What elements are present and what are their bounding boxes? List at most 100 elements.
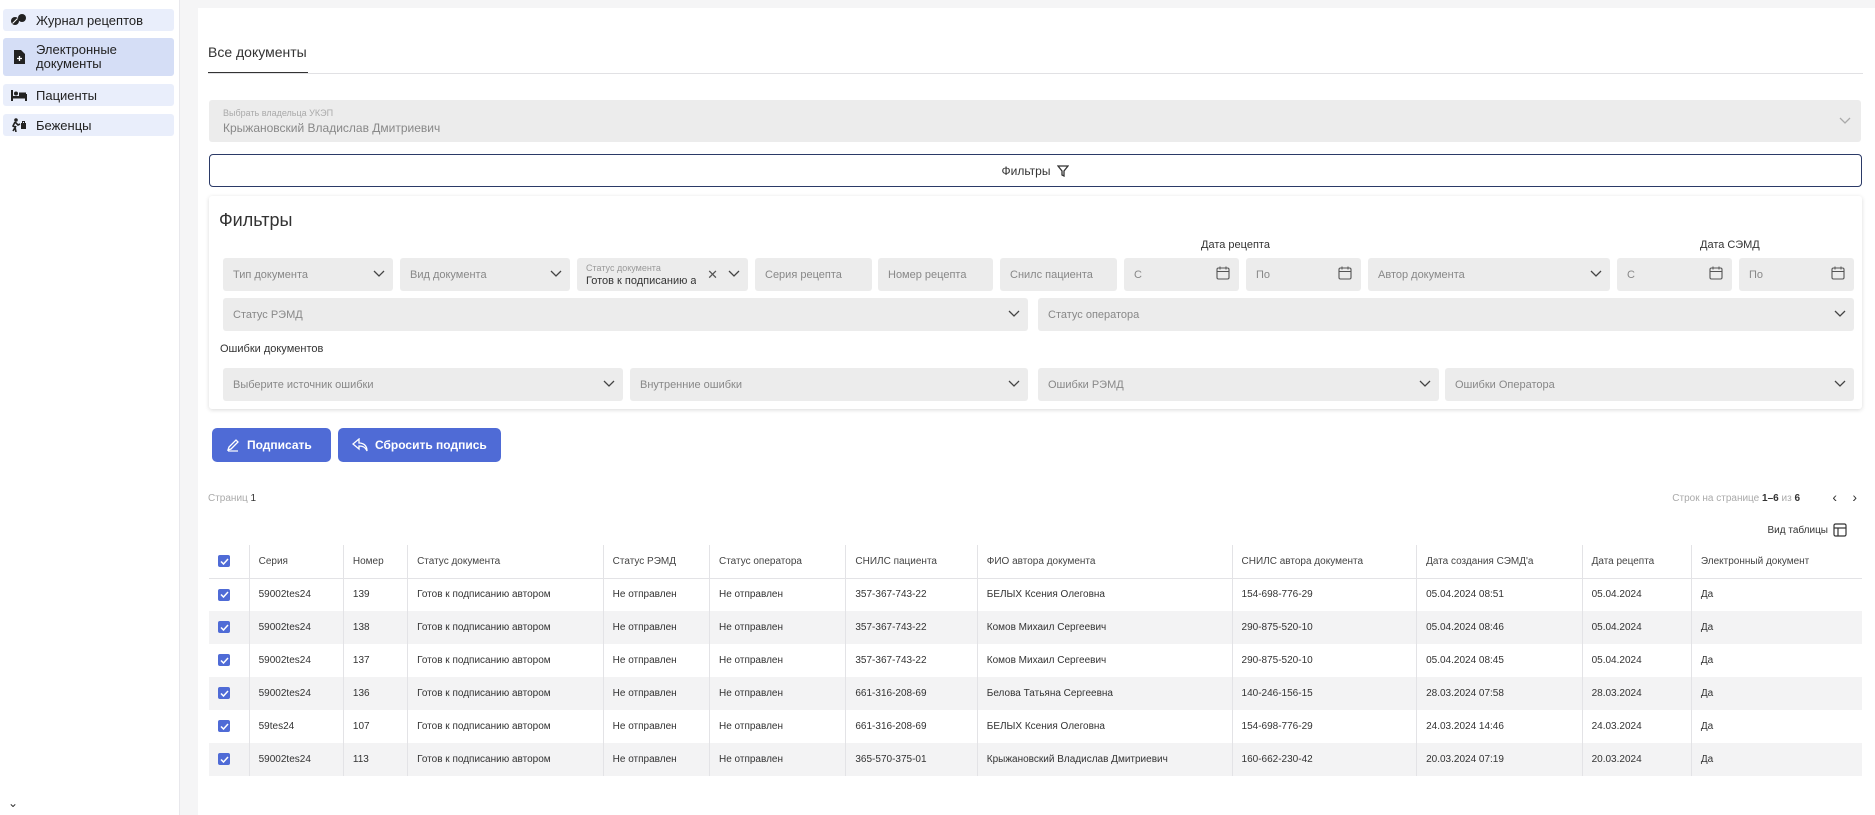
table-row[interactable]: 59002tes24 113 Готов к подписанию автором Н… bbox=[209, 743, 1862, 776]
column-header[interactable]: Статус документа bbox=[407, 545, 604, 579]
reset-sign-button[interactable]: Сбросить подпись bbox=[338, 428, 501, 462]
column-header[interactable]: Электронный документ bbox=[1691, 545, 1862, 579]
sidebar-item-electronic-documents[interactable]: Электронные документы bbox=[3, 38, 174, 76]
pages-label: Страниц bbox=[208, 493, 248, 504]
doc-kind-placeholder: Вид документа bbox=[410, 269, 487, 281]
table-view-button[interactable]: Вид таблицы bbox=[1767, 523, 1847, 537]
table-cell: 59002tes24 bbox=[249, 644, 344, 677]
column-header[interactable]: СНИЛС автора документа bbox=[1232, 545, 1418, 579]
column-header[interactable]: Серия bbox=[249, 545, 344, 579]
table-cell: 661-316-208-69 bbox=[845, 677, 978, 710]
recipe-date-from[interactable]: С bbox=[1124, 258, 1239, 291]
row-checkbox[interactable] bbox=[209, 743, 250, 776]
table-cell: Готов к подписанию автором bbox=[407, 677, 604, 710]
table-cell: Не отправлен bbox=[709, 644, 847, 677]
recipe-series-input[interactable]: Серия рецепта bbox=[755, 258, 872, 291]
doc-kind-select[interactable]: Вид документа bbox=[400, 258, 570, 291]
table-cell: 154-698-776-29 bbox=[1232, 710, 1418, 743]
table-cell: 20.03.2024 07:19 bbox=[1416, 743, 1583, 776]
sign-button[interactable]: Подписать bbox=[212, 428, 331, 462]
semd-date-to[interactable]: По bbox=[1739, 258, 1854, 291]
checkbox-checked-icon[interactable] bbox=[218, 720, 230, 733]
patient-snils-input[interactable]: Снилс пациента bbox=[1000, 258, 1117, 291]
recipe-date-to[interactable]: По bbox=[1246, 258, 1361, 291]
table-cell: Не отправлен bbox=[603, 611, 710, 644]
pages-count: Страниц 1 bbox=[208, 493, 256, 504]
clear-icon[interactable]: ✕ bbox=[707, 267, 718, 283]
remd-errors-select[interactable]: Ошибки РЭМД bbox=[1038, 368, 1439, 401]
collapse-sidebar-chevron-icon[interactable]: ⌄ bbox=[8, 796, 18, 810]
tab-all-documents[interactable]: Все документы bbox=[208, 44, 307, 60]
table-cell: 661-316-208-69 bbox=[845, 710, 978, 743]
table-cell: 59tes24 bbox=[249, 710, 344, 743]
error-source-placeholder: Выберите источник ошибки bbox=[233, 379, 374, 391]
internal-errors-placeholder: Внутренние ошибки bbox=[640, 379, 742, 391]
checkbox-checked-icon[interactable] bbox=[218, 687, 230, 700]
row-checkbox[interactable] bbox=[209, 611, 250, 644]
row-checkbox[interactable] bbox=[209, 644, 250, 677]
table-row[interactable]: 59002tes24 138 Готов к подписанию автором Н… bbox=[209, 611, 1862, 644]
internal-errors-select[interactable]: Внутренние ошибки bbox=[630, 368, 1028, 401]
table-cell: Не отправлен bbox=[709, 743, 847, 776]
operator-status-select[interactable]: Статус оператора bbox=[1038, 298, 1854, 331]
row-checkbox[interactable] bbox=[209, 710, 250, 743]
table-cell: Не отправлен bbox=[709, 677, 847, 710]
calendar-icon[interactable] bbox=[1831, 266, 1845, 283]
calendar-icon[interactable] bbox=[1216, 266, 1230, 283]
calendar-icon[interactable] bbox=[1709, 266, 1723, 283]
table-row[interactable]: 59002tes24 136 Готов к подписанию автором Н… bbox=[209, 677, 1862, 710]
chevron-down-icon bbox=[603, 379, 615, 391]
operator-errors-select[interactable]: Ошибки Оператора bbox=[1445, 368, 1854, 401]
row-checkbox[interactable] bbox=[209, 677, 250, 710]
table-cell: Готов к подписанию автором bbox=[407, 743, 604, 776]
table-cell: 160-662-230-42 bbox=[1232, 743, 1418, 776]
row-checkbox[interactable] bbox=[209, 578, 250, 611]
sidebar-item-refugees[interactable]: Беженцы bbox=[3, 114, 174, 136]
doc-status-select[interactable]: Статус документа Готов к подписанию а...… bbox=[577, 258, 748, 291]
owner-select-label: Выбрать владельца УКЭП bbox=[223, 108, 334, 118]
filter-panel-title: Фильтры bbox=[219, 210, 293, 230]
table-cell: Не отправлен bbox=[603, 710, 710, 743]
document-icon bbox=[11, 50, 27, 64]
checkbox-checked-icon[interactable] bbox=[218, 555, 230, 567]
table-cell: 137 bbox=[343, 644, 409, 677]
chevron-right-icon[interactable]: › bbox=[1852, 489, 1857, 505]
table-row[interactable]: 59002tes24 139 Готов к подписанию автором Н… bbox=[209, 578, 1862, 611]
chevron-left-icon[interactable]: ‹ bbox=[1832, 489, 1837, 505]
remd-status-select[interactable]: Статус РЭМД bbox=[223, 298, 1028, 331]
checkbox-checked-icon[interactable] bbox=[218, 654, 230, 667]
doc-author-placeholder: Автор документа bbox=[1378, 269, 1465, 281]
checkbox-checked-icon[interactable] bbox=[218, 588, 230, 601]
table-row[interactable]: 59002tes24 137 Готов к подписанию автором Н… bbox=[209, 644, 1862, 677]
column-header[interactable]: Дата рецепта bbox=[1582, 545, 1692, 579]
recipe-number-input[interactable]: Номер рецепта bbox=[878, 258, 993, 291]
sidebar-item-recipes-journal[interactable]: Журнал рецептов bbox=[3, 9, 174, 31]
filters-button-label: Фильтры bbox=[1001, 163, 1051, 178]
column-header[interactable]: СНИЛС пациента bbox=[845, 545, 978, 579]
column-header[interactable]: Дата создания СЭМД'а bbox=[1416, 545, 1583, 579]
column-header[interactable]: Номер bbox=[343, 545, 409, 579]
sidebar-item-label: Электронные документы bbox=[36, 42, 117, 71]
doc-author-select[interactable]: Автор документа bbox=[1368, 258, 1610, 291]
owner-select[interactable]: Выбрать владельца УКЭП Крыжановский Влад… bbox=[209, 100, 1861, 142]
table-cell: Не отправлен bbox=[603, 578, 710, 611]
table-cell: 290-875-520-10 bbox=[1232, 644, 1418, 677]
error-source-select[interactable]: Выберите источник ошибки bbox=[223, 368, 623, 401]
checkbox-checked-icon[interactable] bbox=[218, 621, 230, 634]
table-row[interactable]: 59tes24 107 Готов к подписанию автором Не о… bbox=[209, 710, 1862, 743]
checkbox-checked-icon[interactable] bbox=[218, 753, 230, 766]
table-cell: 357-367-743-22 bbox=[845, 578, 978, 611]
semd-date-from[interactable]: С bbox=[1617, 258, 1732, 291]
column-header[interactable]: ФИО автора документа bbox=[977, 545, 1233, 579]
column-header[interactable]: Статус РЭМД bbox=[603, 545, 710, 579]
table-cell: 05.04.2024 08:51 bbox=[1416, 578, 1583, 611]
filters-toggle-button[interactable]: Фильтры bbox=[209, 154, 1862, 187]
sign-button-label: Подписать bbox=[247, 438, 312, 452]
sidebar-item-patients[interactable]: Пациенты bbox=[3, 84, 174, 106]
column-header[interactable]: Статус оператора bbox=[709, 545, 847, 579]
calendar-icon[interactable] bbox=[1338, 266, 1352, 283]
doc-type-select[interactable]: Тип документа bbox=[223, 258, 393, 291]
table-cell: Да bbox=[1691, 743, 1862, 776]
chevron-down-icon bbox=[550, 269, 562, 281]
select-all-checkbox[interactable] bbox=[209, 545, 250, 579]
